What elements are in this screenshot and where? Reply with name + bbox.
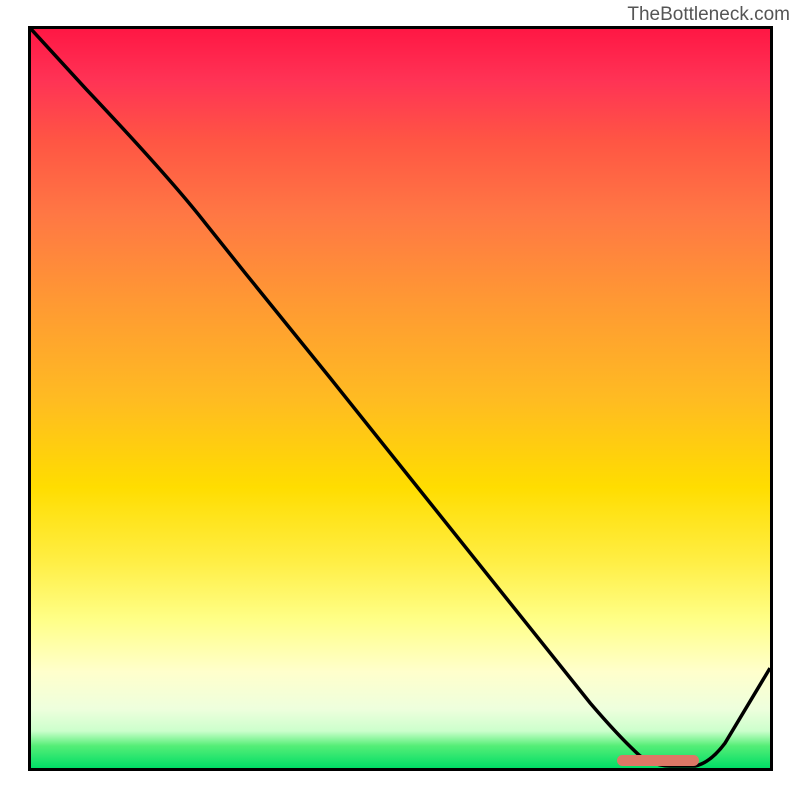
optimal-range-marker bbox=[617, 755, 699, 766]
bottleneck-curve bbox=[31, 29, 770, 768]
curve-path bbox=[31, 29, 770, 766]
chart-plot-area bbox=[28, 26, 773, 771]
watermark-text: TheBottleneck.com bbox=[627, 4, 790, 26]
